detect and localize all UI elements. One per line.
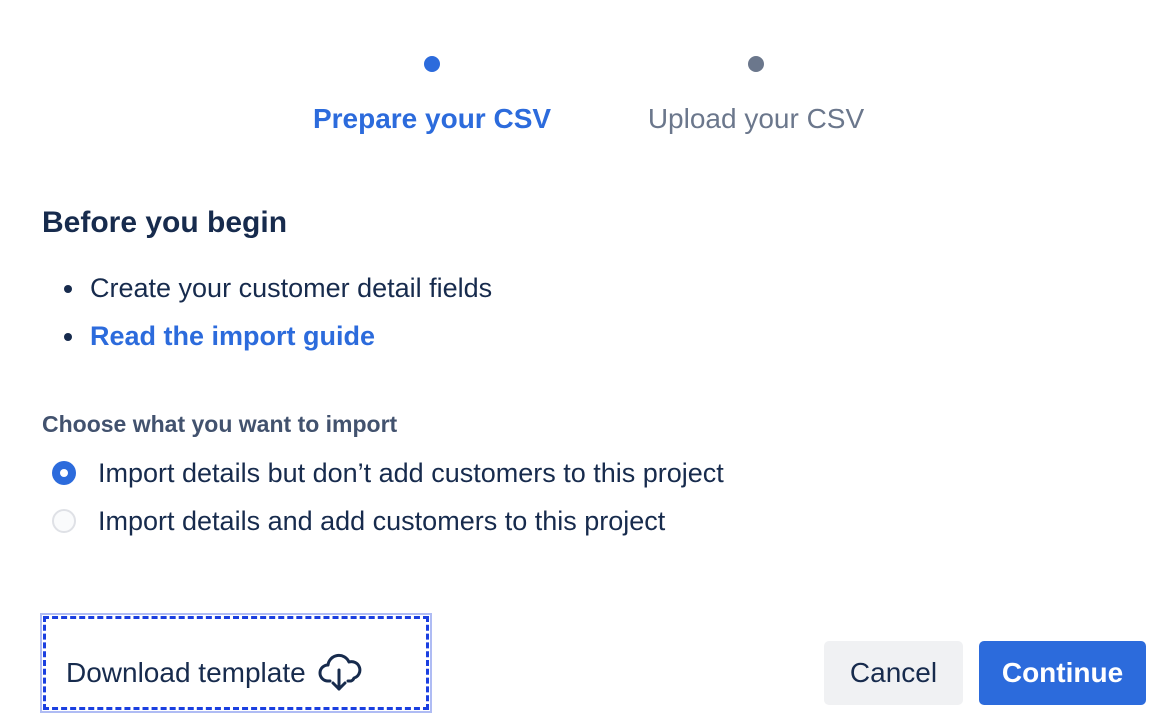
radio-unchecked-icon[interactable]	[52, 509, 76, 533]
import-guide-link[interactable]: Read the import guide	[90, 321, 375, 351]
bullet-icon	[64, 285, 72, 293]
download-template-button[interactable]: Download template	[52, 641, 376, 705]
prerequisite-list: Create your customer detail fields Read …	[62, 270, 492, 366]
step-2-indicator	[748, 56, 764, 72]
step-2-label: Upload your CSV	[647, 103, 865, 134]
radio-option-no-add[interactable]: Import details but don’t add customers t…	[52, 453, 724, 493]
radio-checked-icon[interactable]	[52, 461, 76, 485]
step-1-indicator	[424, 56, 440, 72]
cancel-button[interactable]: Cancel	[824, 641, 963, 705]
radio-option-label: Import details but don’t add customers t…	[98, 457, 724, 488]
section-heading: Before you begin	[42, 206, 288, 239]
create-fields-text: Create your customer detail fields	[90, 273, 493, 303]
list-item: Read the import guide	[62, 318, 492, 366]
bullet-icon	[64, 333, 72, 341]
step-1-label: Prepare your CSV	[312, 103, 552, 134]
radio-option-label: Import details and add customers to this…	[98, 505, 666, 536]
radio-option-add[interactable]: Import details and add customers to this…	[52, 501, 665, 541]
cloud-download-icon	[318, 653, 362, 691]
import-choice-label: Choose what you want to import	[42, 411, 398, 437]
continue-button[interactable]: Continue	[979, 641, 1146, 705]
list-item: Create your customer detail fields	[62, 270, 492, 318]
download-template-label: Download template	[66, 657, 306, 688]
